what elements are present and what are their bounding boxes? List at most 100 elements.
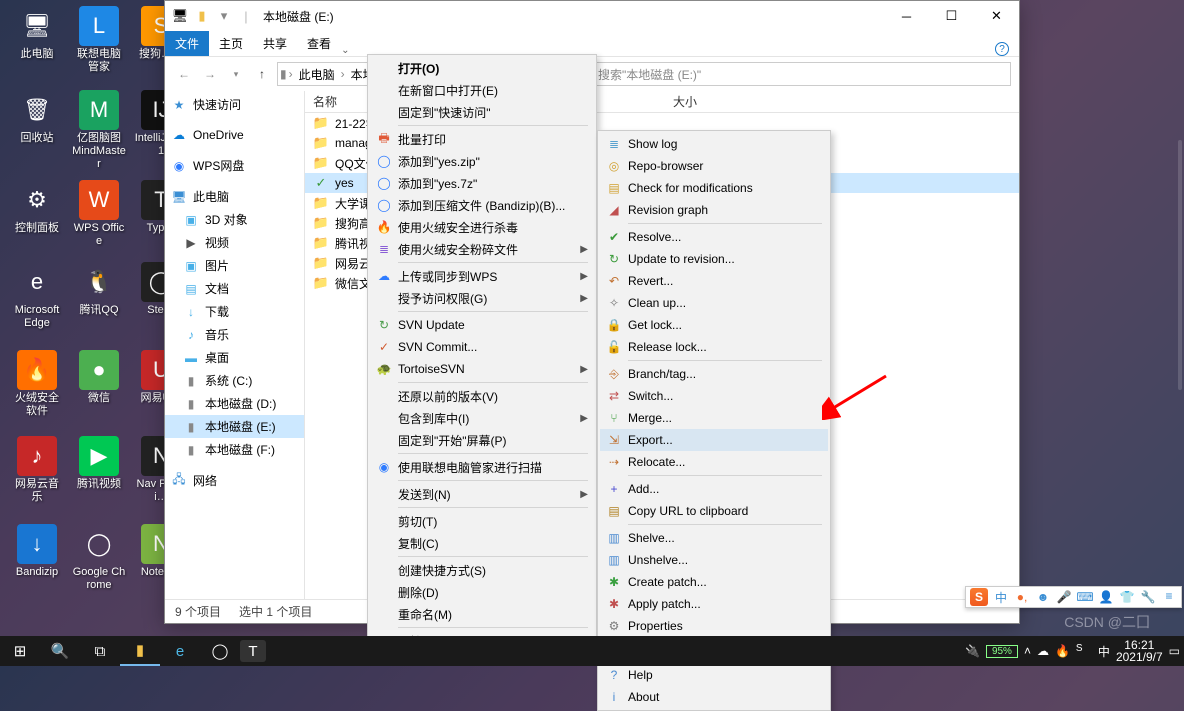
desktop-icon[interactable]: ↓Bandizip <box>10 524 64 579</box>
menu-item[interactable]: 🔥使用火绒安全进行杀毒 <box>370 216 594 238</box>
ime-toolbar[interactable]: S 中 ●, ☻ 🎤 ⌨ 👤 👕 🔧 ≡ <box>965 586 1182 608</box>
menu-item[interactable]: 剪切(T) <box>370 510 594 532</box>
edge-taskbtn[interactable]: e <box>160 636 200 666</box>
menu-item[interactable]: ⇄Switch... <box>600 385 828 407</box>
sidebar-item[interactable]: ☁OneDrive <box>165 124 304 146</box>
ime-keyboard-icon[interactable]: ⌨ <box>1077 589 1093 605</box>
menu-item[interactable]: 🔒Get lock... <box>600 314 828 336</box>
menu-item[interactable]: ⑂Merge... <box>600 407 828 429</box>
sidebar-item[interactable]: ♪音乐 <box>165 323 304 346</box>
ime-user-icon[interactable]: 👤 <box>1098 589 1114 605</box>
tray-chevron-icon[interactable]: ˄ <box>1024 644 1031 658</box>
menu-item[interactable]: ◎Repo-browser <box>600 155 828 177</box>
menu-item[interactable]: ✔Resolve... <box>600 226 828 248</box>
menu-item[interactable]: ≣Show log <box>600 133 828 155</box>
menu-item[interactable]: 还原以前的版本(V) <box>370 385 594 407</box>
menu-item[interactable]: 复制(C) <box>370 532 594 554</box>
menu-item[interactable]: ≣使用火绒安全粉碎文件▶ <box>370 238 594 260</box>
help-icon[interactable]: ? <box>995 42 1009 56</box>
sogou-taskbtn[interactable]: ◯ <box>200 636 240 666</box>
desktop-icon[interactable]: M亿图脑图 MindMaster <box>72 90 126 171</box>
desktop-icon[interactable]: 🖥此电脑 <box>10 6 64 61</box>
menu-item[interactable]: ✧Clean up... <box>600 292 828 314</box>
menu-item[interactable]: ◯添加到"yes.zip" <box>370 150 594 172</box>
desktop-icon[interactable]: 🔥火绒安全软件 <box>10 350 64 418</box>
ime-mode[interactable]: 中 <box>993 589 1009 605</box>
ime-menu-icon[interactable]: ≡ <box>1161 588 1177 604</box>
taskview-button[interactable]: ⧉ <box>80 636 120 666</box>
sidebar-item[interactable]: ▮本地磁盘 (E:) <box>165 415 304 438</box>
up-button[interactable]: ↑ <box>251 63 273 85</box>
menu-item[interactable]: 包含到库中(I)▶ <box>370 407 594 429</box>
menu-item[interactable]: ?Help <box>600 664 828 686</box>
sidebar-item[interactable]: 🖥此电脑 <box>165 185 304 208</box>
menu-item[interactable]: ◯添加到压缩文件 (Bandizip)(B)... <box>370 194 594 216</box>
col-size[interactable]: 大小 <box>665 93 705 110</box>
tray-cloud-icon[interactable]: ☁ <box>1037 644 1049 658</box>
tray-plug-icon[interactable]: 🔌 <box>965 644 980 658</box>
ime-skin-icon[interactable]: 👕 <box>1119 589 1135 605</box>
menu-item[interactable]: ▥Unshelve... <box>600 549 828 571</box>
menu-item[interactable]: ↻Update to revision... <box>600 248 828 270</box>
tray-ime-mode[interactable]: 中 <box>1098 643 1110 660</box>
notification-button[interactable]: ▭ <box>1169 644 1180 658</box>
menu-item[interactable]: ▤Copy URL to clipboard <box>600 500 828 522</box>
menu-item[interactable]: 固定到"快速访问" <box>370 101 594 123</box>
menu-item[interactable]: ◉使用联想电脑管家进行扫描 <box>370 456 594 478</box>
sidebar-item[interactable]: ◉WPS网盘 <box>165 154 304 177</box>
tray-clock[interactable]: 16:21 2021/9/7 <box>1116 639 1163 663</box>
tray-huorong-icon[interactable]: 🔥 <box>1055 644 1070 658</box>
ime-tool-icon[interactable]: 🔧 <box>1140 589 1156 605</box>
menu-item[interactable]: 创建快捷方式(S) <box>370 559 594 581</box>
start-button[interactable]: ⊞ <box>0 636 40 666</box>
desktop-icon[interactable]: 🐧腾讯QQ <box>72 262 126 317</box>
ime-emoji-icon[interactable]: ☻ <box>1035 589 1051 605</box>
sidebar-item[interactable]: ↓下载 <box>165 300 304 323</box>
sidebar-item[interactable]: ▣图片 <box>165 254 304 277</box>
menu-item[interactable]: 重命名(M) <box>370 603 594 625</box>
history-dropdown[interactable]: ▾ <box>225 63 247 85</box>
menu-item[interactable]: 🐢TortoiseSVN▶ <box>370 358 594 380</box>
desktop-icon[interactable]: eMicrosoft Edge <box>10 262 64 330</box>
minimize-button[interactable]: ─ <box>884 1 929 31</box>
sidebar-item[interactable]: ▤文档 <box>165 277 304 300</box>
ribbon-file-tab[interactable]: 文件 <box>165 31 209 56</box>
ribbon-share-tab[interactable]: 共享 <box>253 31 297 56</box>
close-button[interactable]: ✕ <box>974 1 1019 31</box>
tray-sogou-icon[interactable]: S <box>1076 643 1092 659</box>
desktop-icon[interactable]: ◯Google Chrome <box>72 524 126 592</box>
menu-item[interactable]: ☁上传或同步到WPS▶ <box>370 265 594 287</box>
sidebar-item[interactable]: ▣3D 对象 <box>165 208 304 231</box>
sidebar-item[interactable]: ★快速访问 <box>165 93 304 116</box>
menu-item[interactable]: ◢Revision graph <box>600 199 828 221</box>
sidebar-item[interactable]: ▮本地磁盘 (F:) <box>165 438 304 461</box>
menu-item[interactable]: 授予访问权限(G)▶ <box>370 287 594 309</box>
menu-item[interactable]: 删除(D) <box>370 581 594 603</box>
menu-item[interactable]: ✱Apply patch... <box>600 593 828 615</box>
menu-item[interactable]: 打开(O) <box>370 57 594 79</box>
menu-item[interactable]: ✱Create patch... <box>600 571 828 593</box>
menu-item[interactable]: ✓SVN Commit... <box>370 336 594 358</box>
ime-voice-icon[interactable]: 🎤 <box>1056 589 1072 605</box>
menu-item[interactable]: ↻SVN Update <box>370 314 594 336</box>
menu-item[interactable]: ⇢Relocate... <box>600 451 828 473</box>
menu-item[interactable]: +Add... <box>600 478 828 500</box>
sidebar-item[interactable]: ▬桌面 <box>165 346 304 369</box>
sidebar-item[interactable]: 🖧网络 <box>165 469 304 492</box>
sogou-icon[interactable]: S <box>970 588 988 606</box>
menu-item[interactable]: ⇲Export... <box>600 429 828 451</box>
sidebar-item[interactable]: ▮本地磁盘 (D:) <box>165 392 304 415</box>
ime-punct-icon[interactable]: ●, <box>1014 589 1030 605</box>
system-menu-icon[interactable]: 🖥 <box>171 7 189 25</box>
menu-item[interactable]: ⎆Branch/tag... <box>600 363 828 385</box>
sidebar-item[interactable]: ▮系统 (C:) <box>165 369 304 392</box>
menu-item[interactable]: ⚙Properties <box>600 615 828 637</box>
menu-item[interactable]: 固定到"开始"屏幕(P) <box>370 429 594 451</box>
desktop-icon[interactable]: ●微信 <box>72 350 126 405</box>
crumb-thispc[interactable]: 此电脑 <box>295 66 339 83</box>
ribbon-home-tab[interactable]: 主页 <box>209 31 253 56</box>
back-button[interactable]: ← <box>173 63 195 85</box>
sidebar-item[interactable]: ▶视频 <box>165 231 304 254</box>
menu-item[interactable]: 🖶批量打印 <box>370 128 594 150</box>
menu-item[interactable]: 发送到(N)▶ <box>370 483 594 505</box>
